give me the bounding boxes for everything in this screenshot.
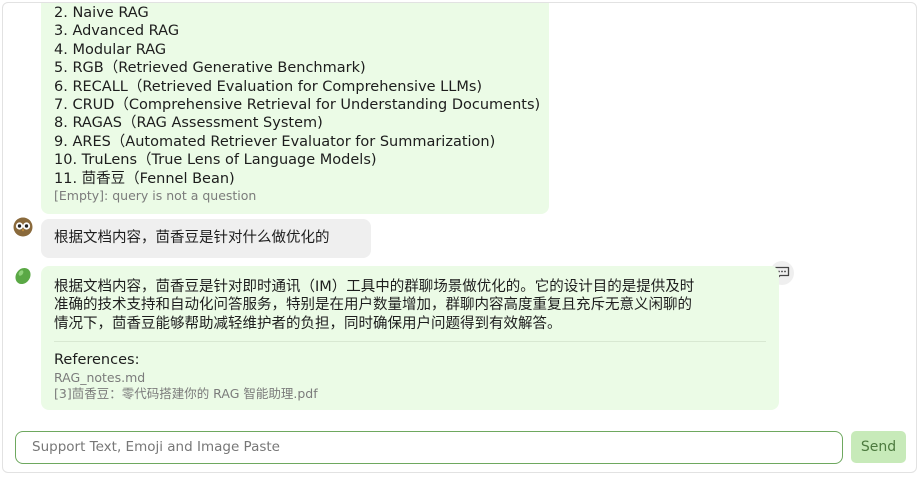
list-item: 11. 茴香豆（Fennel Bean)	[54, 170, 235, 187]
list-item: 9. ARES（Automated Retriever Evaluator fo…	[54, 133, 496, 150]
user-message-text: 根据文档内容，茴香豆是针对什么做优化的	[54, 230, 330, 246]
message-input-placeholder: Support Text, Emoji and Image Paste	[32, 439, 280, 455]
references-label: References:	[54, 352, 140, 368]
list-item: 4. Modular RAG	[54, 41, 167, 58]
chat-window: 2. Naive RAG 3. Advanced RAG 4. Modular …	[2, 2, 917, 473]
previous-bot-message: 2. Naive RAG 3. Advanced RAG 4. Modular …	[41, 3, 549, 214]
list-item: 3. Advanced RAG	[54, 23, 180, 40]
reference-item[interactable]: RAG_notes.md	[54, 370, 145, 386]
list-item: 6. RECALL（Retrieved Evaluation for Compr…	[54, 78, 483, 95]
owl-emoji-icon	[13, 217, 33, 237]
reference-item[interactable]: [3]茴香豆：零代码搭建你的 RAG 智能助理.pdf	[54, 386, 318, 402]
answer-line: 根据文档内容，茴香豆是针对即时通讯（IM）工具中的群聊场景做优化的。它的设计目的…	[54, 279, 695, 295]
bot-message: 根据文档内容，茴香豆是针对即时通讯（IM）工具中的群聊场景做优化的。它的设计目的…	[41, 266, 779, 410]
list-item: 2. Naive RAG	[54, 5, 149, 21]
empty-query-note: [Empty]: query is not a question	[54, 188, 257, 204]
list-item: 8. RAGAS（RAG Assessment System)	[54, 115, 323, 132]
list-item: 10. TruLens（True Lens of Language Models…	[54, 152, 377, 169]
message-input[interactable]: Support Text, Emoji and Image Paste	[15, 431, 843, 464]
user-message: 根据文档内容，茴香豆是针对什么做优化的	[41, 219, 371, 258]
answer-line: 准确的技术支持和自动化问答服务，特别是在用户数量增加，群聊内容高度重复且充斥无意…	[54, 297, 692, 314]
references-divider	[54, 341, 766, 342]
bean-icon	[13, 265, 33, 285]
list-item: 5. RGB（Retrieved Generative Benchmark)	[54, 60, 366, 77]
answer-line: 情况下，茴香豆能够帮助减轻维护者的负担，同时确保用户问题得到有效解答。	[54, 315, 562, 332]
list-item: 7. CRUD（Comprehensive Retrieval for Unde…	[54, 97, 541, 114]
send-button[interactable]: Send	[851, 431, 906, 463]
